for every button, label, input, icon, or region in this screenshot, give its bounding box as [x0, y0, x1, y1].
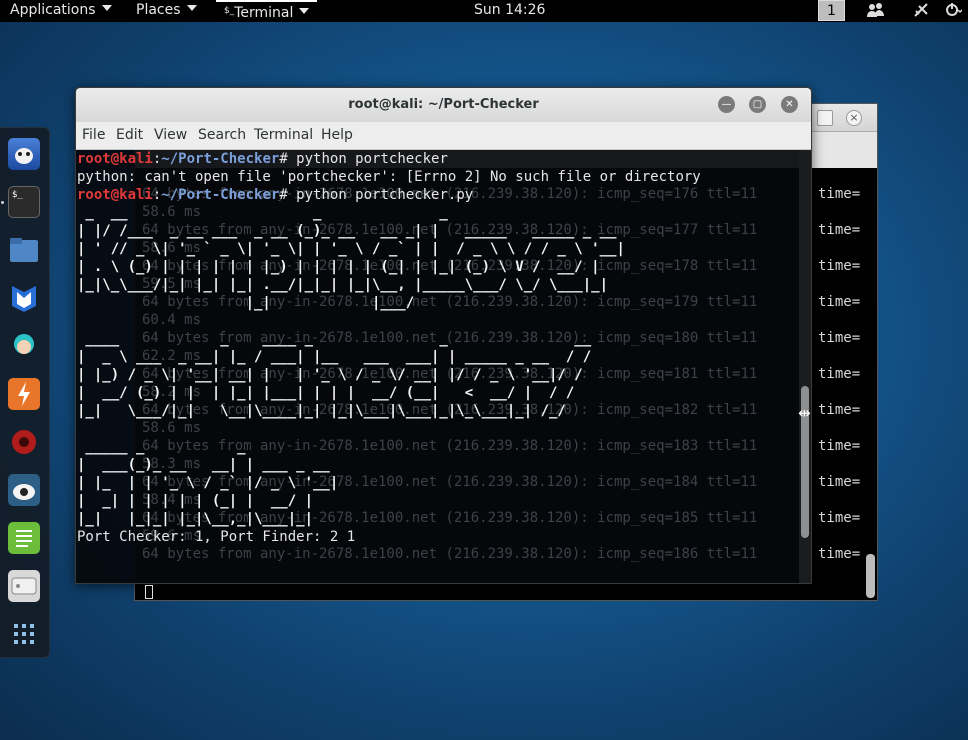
dash-dock: $_ [0, 127, 50, 658]
terminal-menu-label: Terminal [234, 5, 294, 21]
terminal-menubar: File Edit View Search Terminal Help [76, 122, 811, 150]
ascii-banner: _ __ _ _ | |/ /___ _ __ ___ _ __ (_)_ __… [77, 204, 701, 528]
banner-line: | _ \ ___ _ __| |_ / ___| |__ ___ ___| |… [77, 349, 592, 365]
banner-line: | |_) / _ \| '__| __| | | '_ \ / _ \/ __… [77, 367, 583, 383]
banner-line [77, 420, 701, 438]
running-indicator [1, 201, 4, 204]
close-icon[interactable]: × [846, 110, 862, 126]
banner-line: | |/ /___ _ __ ___ _ __ (_)_ __ __ _| | … [77, 223, 617, 239]
menu-view[interactable]: View [154, 127, 187, 143]
error-line: python: can't open file 'portchecker': [… [77, 169, 701, 185]
chevron-down-icon [186, 5, 197, 11]
command-text: # python portchecker.py [279, 187, 474, 203]
ping-time-label: time= [818, 474, 861, 490]
banner-line: |_| |_|_| |_|\__,_|\___|_| [77, 511, 314, 527]
ping-time-label: time= [818, 330, 861, 346]
banner-line [77, 312, 701, 330]
banner-line: | ' // _ \| '_ ` _ \| '_ \| | '_ \ / _` … [77, 241, 625, 257]
banner-line: | ___(_)_ __ __| | ___ _ __ [77, 457, 330, 473]
menu-search[interactable]: Search [198, 127, 246, 143]
files-app-icon[interactable] [8, 234, 40, 266]
banner-line: | . \ (_) | | | | | | |_) | | | | | (_| … [77, 259, 600, 275]
banner-line: | |_ | | '_ \ / _` |/ _ \ '__| [77, 475, 339, 491]
workspace-indicator[interactable]: 1 [818, 0, 845, 21]
terminal-output[interactable]: root@kali:~/Port-Checker# python portche… [77, 150, 701, 546]
applications-label: Applications [10, 2, 96, 18]
command-line: root@kali:~/Port-Checker# python portche… [77, 150, 701, 168]
command-text: # python portchecker [279, 151, 448, 167]
menu-file[interactable]: File [82, 127, 105, 143]
menu-edit[interactable]: Edit [116, 127, 143, 143]
text-cursor [145, 585, 153, 599]
prompt-path: ~/Port-Checker [161, 151, 280, 167]
top-panel: Applications Places $_Terminal Sun 14:26… [0, 0, 968, 22]
network-icon[interactable] [912, 2, 932, 20]
command-line: root@kali:~/Port-Checker# python portche… [77, 186, 701, 204]
maltego-app-icon[interactable] [8, 474, 40, 506]
background-scrollbar[interactable] [866, 554, 875, 598]
minimize-icon[interactable]: — [718, 96, 735, 113]
prompt-user: root@kali [77, 151, 153, 167]
banner-line: _ __ _ _ [77, 205, 625, 221]
terminal-app-menu[interactable]: $_Terminal [216, 0, 318, 22]
terminal-scrollbar[interactable] [799, 150, 811, 583]
banner-line: | _| | | | | | (_| | __/ | [77, 493, 314, 509]
close-icon[interactable]: ✕ [781, 96, 798, 113]
banner-line: | __/ (_) | | | |_| |___| | | | __/ (__|… [77, 385, 575, 401]
menu-help[interactable]: Help [321, 127, 353, 143]
prompt-user: root@kali [77, 187, 153, 203]
window-title: root@kali: ~/Port-Checker [348, 97, 539, 112]
ping-time-label: time= [818, 186, 861, 202]
ping-time-label: time= [818, 366, 861, 382]
ping-time-label: time= [818, 438, 861, 454]
menu-terminal[interactable]: Terminal [254, 127, 313, 143]
banner-line: |_| |___/ [77, 295, 415, 311]
show-apps-icon[interactable] [8, 618, 40, 650]
ping-time-label: time= [818, 546, 861, 562]
armitage-app-icon[interactable] [8, 330, 40, 362]
terminal-titlebar[interactable]: root@kali: ~/Port-Checker [76, 88, 811, 122]
disk-app-icon[interactable] [8, 570, 40, 602]
resize-cursor-icon: ⇹ [798, 404, 811, 422]
ping-time-label: time= [818, 402, 861, 418]
notes-app-icon[interactable] [8, 522, 40, 554]
applications-menu[interactable]: Applications [2, 0, 120, 22]
ping-time-label: time= [818, 294, 861, 310]
ping-time-label: time= [818, 222, 861, 238]
maximize-icon[interactable] [817, 110, 833, 126]
banner-line: |_|\_\___/|_| |_| |_| .__/|_|_| |_|\__, … [77, 277, 609, 293]
banner-line: _____ _ _ [77, 439, 246, 455]
terminal-app-icon[interactable]: $_ [8, 186, 40, 218]
terminal-glyph-icon: $_ [224, 6, 235, 16]
ping-time-label: time= [818, 258, 861, 274]
maximize-icon[interactable]: ▢ [749, 96, 766, 113]
metasploit-app-icon[interactable] [8, 282, 40, 314]
ping-time-label: time= [818, 510, 861, 526]
menu-prompt-line: Port Checker: 1, Port Finder: 2 1 [77, 529, 356, 545]
banner-line: |_| \___/|_| \__|\____|_| |_|\___|\___|_… [77, 403, 566, 419]
banner-line: ____ _ ____ _ _ __ [77, 331, 592, 347]
places-menu[interactable]: Places [128, 0, 205, 22]
places-label: Places [136, 2, 181, 18]
prompt-path: ~/Port-Checker [161, 187, 280, 203]
clock[interactable]: Sun 14:26 [474, 0, 545, 21]
users-icon[interactable] [866, 2, 886, 20]
chevron-down-icon [101, 5, 112, 11]
ghost-line: 64 bytes from any-in-2678.1e100.net (216… [142, 546, 758, 562]
chevron-down-icon [299, 8, 310, 14]
burp-app-icon[interactable] [8, 378, 40, 410]
bug-app-icon[interactable] [8, 138, 40, 170]
power-menu-icon[interactable] [942, 2, 963, 20]
faraday-app-icon[interactable] [8, 426, 40, 458]
